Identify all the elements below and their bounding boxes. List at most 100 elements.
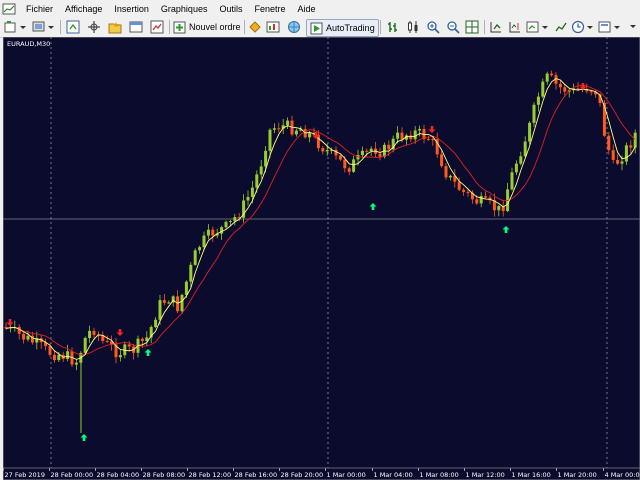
- menu-outils[interactable]: Outils: [213, 1, 248, 17]
- time-axis-label: 28 Feb 04:00: [97, 471, 140, 479]
- timeframe-m1-button[interactable]: [553, 19, 569, 35]
- line-chart-icon: [555, 22, 567, 32]
- candle-body: [167, 302, 171, 304]
- chart-shift-button[interactable]: [507, 19, 523, 35]
- candle-body: [198, 247, 202, 251]
- indicators-button[interactable]: [526, 19, 552, 35]
- chart-window-icon[interactable]: [2, 3, 16, 15]
- candle-body: [184, 281, 188, 295]
- candle-body: [369, 148, 373, 152]
- zoom-in-icon: [427, 21, 440, 34]
- menu-affichage[interactable]: Affichage: [59, 1, 108, 17]
- terminal-icon: [129, 21, 143, 33]
- tester-icon: [150, 20, 164, 34]
- candle-body: [277, 128, 281, 130]
- time-axis-label: 1 Mar 08:00: [420, 471, 459, 479]
- terminal-button[interactable]: [127, 19, 145, 35]
- toolbar-separator: [244, 20, 245, 34]
- candle-body: [162, 300, 166, 303]
- chart-settings-icon: [266, 21, 280, 33]
- time-axis-label: 1 Mar 04:00: [374, 471, 413, 479]
- candle-body: [57, 354, 61, 361]
- autotrading-button[interactable]: AutoTrading: [306, 19, 379, 37]
- candle-body: [514, 163, 518, 173]
- chart-background: [3, 37, 640, 480]
- toolbar-overflow-button[interactable]: [627, 19, 639, 35]
- tile-windows-button[interactable]: [464, 19, 480, 35]
- menu-graphiques[interactable]: Graphiques: [155, 1, 214, 17]
- candle-body: [228, 221, 232, 223]
- menu-fichier[interactable]: Fichier: [20, 1, 59, 17]
- candle-body: [589, 91, 593, 93]
- candlestick-icon: [408, 21, 418, 33]
- candle-body: [532, 104, 536, 123]
- candle-body: [624, 145, 628, 162]
- candle-body: [268, 129, 272, 151]
- price-chart[interactable]: 27 Feb 2019 28 Feb 00:00 28 Feb 04:00 28 Fe…: [3, 37, 640, 480]
- candle-body: [352, 159, 356, 172]
- candle-body: [360, 150, 364, 156]
- new-chart-icon: [4, 21, 26, 33]
- new-order-label: Nouvel ordre: [189, 22, 241, 32]
- candle-body: [457, 181, 461, 190]
- candle-body: [308, 133, 312, 138]
- market-watch-button[interactable]: [64, 19, 82, 35]
- candle-body: [602, 102, 606, 136]
- candle-body: [105, 341, 109, 343]
- market-button[interactable]: [285, 19, 303, 35]
- candle-body: [321, 148, 325, 152]
- toolbar-separator: [484, 20, 485, 34]
- periods-button[interactable]: [571, 19, 597, 35]
- candle-body: [294, 130, 298, 135]
- candle-body: [206, 229, 210, 236]
- time-axis-label: 28 Feb 08:00: [143, 471, 186, 479]
- candle-body: [52, 354, 56, 361]
- candle-body: [224, 221, 228, 228]
- navigator-button[interactable]: [85, 19, 103, 35]
- profiles-icon: [32, 21, 54, 32]
- candle-body: [462, 189, 466, 192]
- candle-body: [523, 141, 527, 157]
- candle-body: [541, 81, 545, 97]
- indicators-icon: [526, 21, 548, 33]
- candle-body: [484, 196, 488, 198]
- candle-body: [426, 139, 430, 141]
- profiles-button[interactable]: [31, 19, 57, 35]
- templates-button[interactable]: [598, 19, 624, 35]
- candle-body: [466, 191, 470, 193]
- candle-body: [250, 187, 254, 197]
- options-button[interactable]: [265, 19, 281, 35]
- tile-windows-icon: [465, 20, 479, 34]
- bar-chart-button[interactable]: [385, 19, 401, 35]
- candle-body: [286, 120, 290, 126]
- autotrading-label: AutoTrading: [326, 23, 375, 33]
- metaeditor-button[interactable]: [247, 19, 263, 35]
- time-axis-label: 1 Mar 20:00: [558, 471, 597, 479]
- time-axis-label: 4 Mar 00:00: [605, 471, 640, 479]
- zoom-in-button[interactable]: [425, 19, 441, 35]
- data-window-button[interactable]: [106, 19, 124, 35]
- candle-body: [272, 128, 276, 130]
- toolbar-separator: [60, 20, 61, 34]
- candle-body: [264, 150, 268, 167]
- candle-body: [440, 154, 444, 167]
- new-order-button[interactable]: Nouvel ordre: [173, 19, 241, 35]
- time-axis-label: 28 Feb 20:00: [281, 471, 324, 479]
- new-chart-button[interactable]: [3, 19, 29, 35]
- candle-body: [528, 122, 532, 142]
- menu-aide[interactable]: Aide: [292, 1, 322, 17]
- candle-body: [475, 199, 479, 204]
- candle-body: [220, 227, 224, 234]
- zoom-out-button[interactable]: [445, 19, 461, 35]
- candle-body: [413, 130, 417, 140]
- menu-fenetre[interactable]: Fenetre: [248, 1, 291, 17]
- candle-body: [387, 144, 391, 150]
- candle-body: [497, 205, 501, 211]
- time-axis-label: 1 Mar 12:00: [466, 471, 505, 479]
- menu-insertion[interactable]: Insertion: [108, 1, 155, 17]
- candle-body: [92, 330, 96, 335]
- candlestick-button[interactable]: [405, 19, 421, 35]
- autoscroll-button[interactable]: [488, 19, 504, 35]
- strategy-tester-button[interactable]: [148, 19, 166, 35]
- candle-body: [510, 172, 514, 190]
